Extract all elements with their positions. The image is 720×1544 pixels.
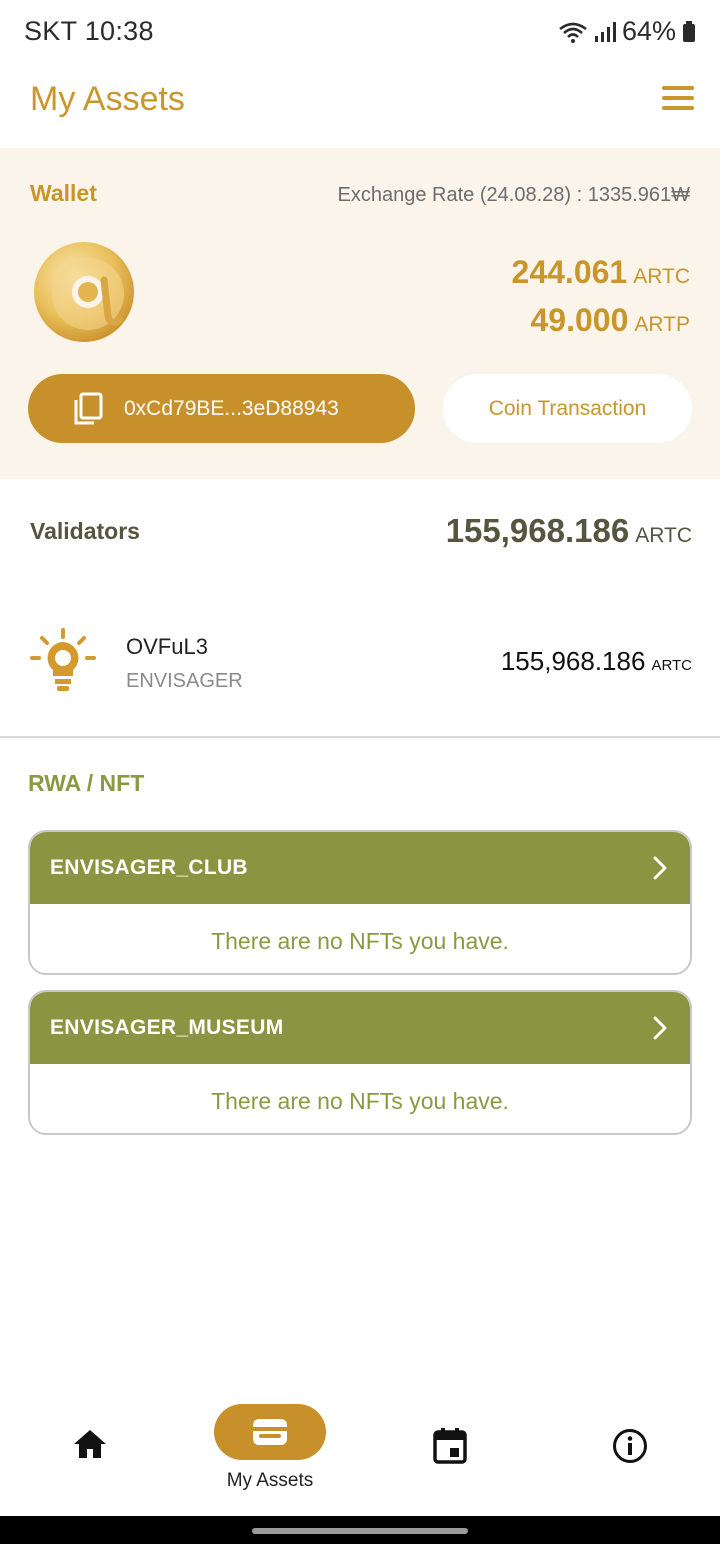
wallet-label: Wallet: [30, 180, 97, 206]
status-icons: 64%: [558, 16, 696, 47]
nft-collection-header[interactable]: ENVISAGER_CLUB: [30, 832, 690, 904]
balance-artc: 244.061 ARTC: [512, 254, 690, 291]
at-sign-logo-icon: [34, 242, 134, 342]
chevron-right-icon: [653, 856, 667, 880]
validator-item[interactable]: OVFuL3 ENVISAGER 155,968.186 ARTC: [28, 624, 692, 696]
calendar-icon: [433, 1428, 467, 1464]
nft-collection-card: ENVISAGER_MUSEUM There are no NFTs you h…: [28, 990, 692, 1135]
nft-empty-message: There are no NFTs you have.: [211, 1088, 509, 1114]
validators-total-amount: 155,968.186: [445, 512, 630, 549]
rwa-nft-label: RWA / NFT: [28, 770, 145, 796]
status-bar: SKT 10:38 64%: [0, 0, 720, 64]
lightbulb-icon: [30, 628, 96, 691]
copy-address-button[interactable]: 0xCd79BE...3eD88943: [28, 374, 415, 443]
nav-calendar[interactable]: [390, 1396, 510, 1506]
validator-amount-unit: ARTC: [651, 657, 692, 674]
app-header: My Assets: [0, 64, 720, 148]
wallet-icon: [253, 1419, 287, 1445]
gesture-handle[interactable]: [252, 1528, 468, 1534]
validators-label: Validators: [30, 518, 140, 544]
validator-amount: 155,968.186 ARTC: [501, 646, 692, 677]
info-icon: [613, 1429, 647, 1463]
battery-icon: [683, 20, 695, 42]
balance-unit: ARTP: [634, 313, 690, 336]
balance-amount: 244.061: [511, 254, 628, 290]
section-divider: [0, 736, 720, 738]
wifi-icon: [559, 22, 587, 43]
balance-amount: 49.000: [530, 302, 629, 338]
nft-collection-header[interactable]: ENVISAGER_MUSEUM: [30, 992, 690, 1064]
validator-name: OVFuL3: [126, 634, 208, 659]
battery-percent: 64%: [621, 16, 676, 46]
page-title: My Assets: [30, 80, 185, 118]
nav-label: My Assets: [226, 1470, 314, 1491]
chevron-right-icon: [653, 1016, 667, 1040]
exchange-rate: Exchange Rate (24.08.28) : 1335.961₩: [337, 184, 690, 206]
nav-active-pill: [214, 1404, 326, 1460]
nav-my-assets[interactable]: My Assets: [210, 1396, 330, 1506]
validator-subtitle: ENVISAGER: [126, 670, 243, 692]
validators-header: Validators 155,968.186 ARTC: [30, 512, 692, 556]
balance-unit: ARTC: [633, 265, 690, 288]
nft-collection-card: ENVISAGER_CLUB There are no NFTs you hav…: [28, 830, 692, 975]
bottom-nav: My Assets: [0, 1396, 720, 1516]
nft-empty-message: There are no NFTs you have.: [211, 928, 509, 954]
nav-home[interactable]: [30, 1396, 150, 1506]
gesture-bar: [0, 1516, 720, 1544]
hamburger-menu-icon[interactable]: [662, 86, 696, 116]
carrier-time: SKT 10:38: [24, 16, 154, 46]
coin-transaction-button[interactable]: Coin Transaction: [443, 374, 692, 443]
copy-icon: [74, 392, 103, 424]
nft-collection-name: ENVISAGER_MUSEUM: [50, 1016, 284, 1039]
wallet-address: 0xCd79BE...3eD88943: [124, 396, 339, 420]
nav-info[interactable]: [570, 1396, 690, 1506]
validators-total-unit: ARTC: [635, 524, 692, 547]
balance-artp: 49.000 ARTP: [530, 302, 690, 339]
validator-amount-value: 155,968.186: [500, 646, 646, 676]
home-icon: [74, 1430, 106, 1458]
wallet-panel: Wallet Exchange Rate (24.08.28) : 1335.9…: [0, 148, 720, 479]
validators-total: 155,968.186 ARTC: [446, 512, 692, 550]
nft-collection-name: ENVISAGER_CLUB: [50, 856, 248, 879]
signal-icon: [594, 21, 616, 42]
